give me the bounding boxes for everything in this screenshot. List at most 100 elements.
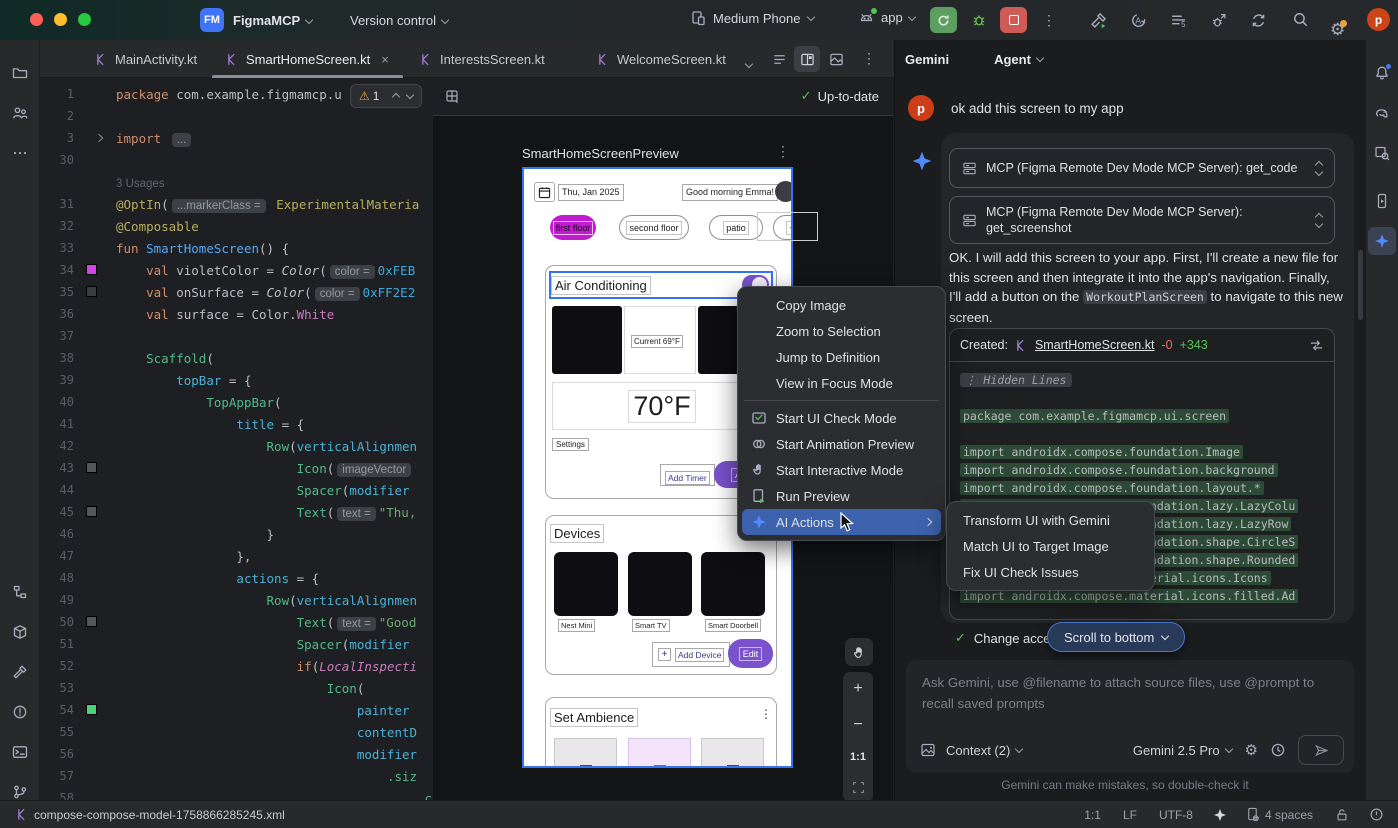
close-window-button[interactable] bbox=[30, 13, 43, 26]
running-devices-icon[interactable] bbox=[1368, 187, 1396, 215]
code-line[interactable]: 2 bbox=[40, 105, 432, 127]
gemini-settings-gear-icon[interactable]: ⚙ bbox=[1245, 741, 1258, 759]
code-line[interactable]: 37 bbox=[40, 325, 432, 347]
code-line[interactable]: 48 actions = { bbox=[40, 567, 432, 589]
grid-view-icon[interactable] bbox=[445, 89, 461, 105]
code-line[interactable]: 46 } bbox=[40, 523, 432, 545]
menu-item-start-ui-check-mode[interactable]: Start UI Check Mode bbox=[742, 405, 941, 431]
tab-mainactivity[interactable]: MainActivity.kt bbox=[95, 40, 197, 78]
gemini-spark-icon[interactable] bbox=[1213, 808, 1227, 822]
commit-icon[interactable] bbox=[6, 99, 34, 127]
close-tab-icon[interactable]: × bbox=[381, 52, 389, 67]
search-everywhere-icon[interactable] bbox=[1292, 11, 1309, 28]
next-issue-icon[interactable] bbox=[406, 90, 414, 98]
pan-hand-icon[interactable] bbox=[845, 638, 873, 666]
code-line[interactable]: 33fun SmartHomeScreen() { bbox=[40, 237, 432, 259]
context-selector[interactable]: Context (2) bbox=[946, 743, 1022, 758]
caret-position[interactable]: 1:1 bbox=[1084, 808, 1101, 822]
project-selector[interactable]: FigmaMCP bbox=[233, 12, 312, 30]
device-tile[interactable] bbox=[701, 552, 765, 616]
code-line[interactable]: 45 Text(text ="Thu, bbox=[40, 501, 432, 523]
fit-to-screen-icon[interactable] bbox=[852, 781, 865, 794]
prompt-input-card[interactable]: Ask Gemini, use @filename to attach sour… bbox=[906, 660, 1354, 773]
project-folder-icon[interactable] bbox=[6, 59, 34, 87]
code-line[interactable]: 53 Icon( bbox=[40, 677, 432, 699]
preview-file-icon[interactable] bbox=[823, 46, 849, 72]
minimize-window-button[interactable] bbox=[54, 13, 67, 26]
room-chip[interactable]: second floor bbox=[619, 215, 689, 240]
code-line[interactable]: 52 if(LocalInspecti bbox=[40, 655, 432, 677]
gradle-icon[interactable] bbox=[1368, 99, 1396, 127]
tab-options-kebab-icon[interactable]: ⋮ bbox=[862, 50, 876, 67]
diff-view-icon[interactable] bbox=[1309, 338, 1324, 353]
menu-item-copy-image[interactable]: Copy Image bbox=[742, 292, 941, 318]
code-line[interactable]: 34 val violetColor = Color(color =0xFEB bbox=[40, 259, 432, 281]
stop-button[interactable] bbox=[1000, 7, 1027, 33]
zoom-in-icon[interactable]: + bbox=[853, 680, 862, 698]
code-line[interactable]: 40 TopAppBar( bbox=[40, 391, 432, 413]
encoding[interactable]: UTF-8 bbox=[1159, 808, 1193, 822]
tab-smarthomescreen[interactable]: SmartHomeScreen.kt × bbox=[226, 40, 389, 78]
code-editor[interactable]: 1package com.example.figmamcp.u23import … bbox=[40, 78, 432, 800]
zoom-ratio-label[interactable]: 1:1 bbox=[850, 751, 866, 763]
code-line[interactable]: 42 Row(verticalAlignmen bbox=[40, 435, 432, 457]
color-swatch[interactable] bbox=[86, 264, 97, 275]
color-swatch[interactable] bbox=[86, 506, 97, 517]
created-file-link[interactable]: SmartHomeScreen.kt bbox=[1035, 338, 1154, 352]
structure-icon[interactable] bbox=[6, 578, 34, 606]
color-swatch[interactable] bbox=[86, 286, 97, 297]
scroll-to-bottom-button[interactable]: Scroll to bottom bbox=[1047, 622, 1185, 652]
ac-settings-label[interactable]: Settings bbox=[552, 438, 589, 451]
code-line[interactable]: 51 Spacer(modifier bbox=[40, 633, 432, 655]
add-timer-button[interactable]: Add Timer bbox=[660, 464, 715, 486]
indent-setting[interactable]: 4 spaces bbox=[1245, 807, 1313, 822]
submenu-item-match-ui-to-target-image[interactable]: Match UI to Target Image bbox=[951, 533, 1150, 559]
run-configuration-selector[interactable]: app bbox=[858, 10, 915, 25]
inspection-widget[interactable]: ⚠1 bbox=[350, 84, 422, 108]
code-line[interactable]: 58 .cli bbox=[40, 787, 432, 800]
menu-item-zoom-to-selection[interactable]: Zoom to Selection bbox=[742, 318, 941, 344]
profile-avatar[interactable] bbox=[775, 181, 793, 202]
code-line[interactable]: 56 modifier bbox=[40, 743, 432, 765]
code-line[interactable]: 54 painter bbox=[40, 699, 432, 721]
color-swatch[interactable] bbox=[86, 462, 97, 473]
device-tile[interactable] bbox=[554, 552, 618, 616]
color-swatch[interactable] bbox=[86, 704, 97, 715]
zoom-out-icon[interactable]: − bbox=[853, 716, 862, 734]
statusbar-file[interactable]: compose-compose-model-1758866285245.xml bbox=[16, 808, 285, 822]
fold-arrow-icon[interactable] bbox=[95, 134, 103, 142]
gemini-spark-icon[interactable] bbox=[1368, 227, 1396, 255]
send-button[interactable] bbox=[1298, 735, 1344, 765]
room-chip[interactable]: first floor bbox=[550, 215, 596, 240]
code-line[interactable]: 44 Spacer(modifier bbox=[40, 479, 432, 501]
code-line[interactable]: 43 Icon(imageVector bbox=[40, 457, 432, 479]
attach-debugger-icon[interactable] bbox=[1210, 12, 1227, 29]
model-selector[interactable]: Gemini 2.5 Pro bbox=[1133, 743, 1232, 758]
settings-gear-icon[interactable]: ⚙ bbox=[1330, 20, 1345, 40]
split-editor-icon[interactable] bbox=[794, 46, 820, 72]
menu-item-start-animation-preview[interactable]: Start Animation Preview bbox=[742, 431, 941, 457]
ambience-tile[interactable] bbox=[554, 738, 617, 768]
code-line[interactable]: 38 Scaffold( bbox=[40, 347, 432, 369]
zoom-window-button[interactable] bbox=[78, 13, 91, 26]
submenu-item-fix-ui-check-issues[interactable]: Fix UI Check Issues bbox=[951, 559, 1150, 585]
code-line[interactable]: 36 val surface = Color.White bbox=[40, 303, 432, 325]
agent-mode-selector[interactable]: Agent bbox=[994, 52, 1043, 67]
code-line[interactable]: 31@OptIn(...markerClass = ExperimentalMa… bbox=[40, 193, 432, 215]
code-line[interactable]: 57 .siz bbox=[40, 765, 432, 787]
build-icon[interactable] bbox=[6, 658, 34, 686]
packages-icon[interactable] bbox=[6, 618, 34, 646]
code-line[interactable]: 3import ... bbox=[40, 127, 432, 149]
code-line[interactable]: 55 contentD bbox=[40, 721, 432, 743]
ambience-tile[interactable] bbox=[628, 738, 691, 768]
more-tools-icon[interactable] bbox=[6, 139, 34, 167]
code-line[interactable]: 32@Composable bbox=[40, 215, 432, 237]
tab-list-chevron-icon[interactable] bbox=[740, 56, 752, 74]
todo-list-icon[interactable]: 5 bbox=[1170, 12, 1187, 29]
ambience-tile[interactable] bbox=[701, 738, 764, 768]
submenu-item-transform-ui-with-gemini[interactable]: Transform UI with Gemini bbox=[951, 507, 1150, 533]
sync-icon[interactable] bbox=[1250, 12, 1267, 29]
edit-button[interactable]: Edit bbox=[728, 639, 773, 668]
main-menu-version-control[interactable]: Version control bbox=[350, 12, 448, 30]
debug-button[interactable] bbox=[965, 7, 992, 33]
